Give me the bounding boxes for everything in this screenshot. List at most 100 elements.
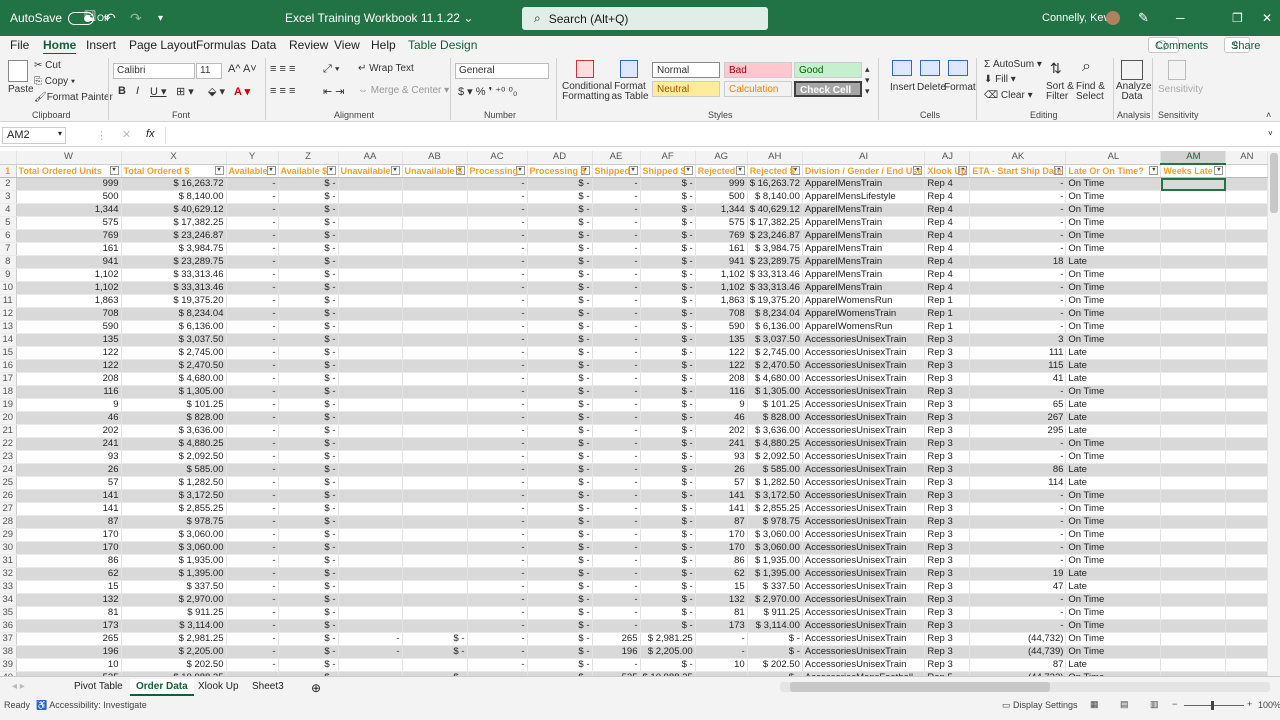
cell[interactable]: AccessoriesUnisexTrain	[802, 619, 926, 633]
row-number[interactable]: 11	[0, 294, 17, 308]
cell[interactable]: -	[969, 385, 1067, 399]
cell[interactable]: On Time	[1065, 645, 1162, 659]
cell[interactable]: $ 4,880.25	[747, 437, 803, 451]
comments-button[interactable]: 🗨 Comments	[1148, 37, 1208, 53]
format-cells-icon[interactable]	[948, 60, 968, 76]
conditional-formatting-button[interactable]: Conditional Formatting	[562, 82, 612, 102]
cell[interactable]: $ -	[640, 489, 696, 503]
cell[interactable]: $ -	[527, 489, 593, 503]
cell[interactable]: $ 1,395.00	[747, 567, 803, 581]
cell[interactable]	[402, 398, 468, 412]
sheet-tab-pivot-table[interactable]: Pivot Table	[68, 679, 129, 694]
sort-filter-button[interactable]: Sort & Filter	[1046, 82, 1076, 102]
cell[interactable]: $ -	[640, 515, 696, 529]
cell[interactable]: On Time	[1065, 619, 1162, 633]
table-header-cell[interactable]: ▾ Available $	[278, 164, 339, 178]
tab-help[interactable]: Help	[371, 38, 396, 52]
cell[interactable]: $ 101.25	[121, 398, 227, 412]
cell[interactable]	[402, 463, 468, 477]
filter-dropdown-icon[interactable]: ▾	[735, 165, 745, 175]
cell[interactable]: 161	[695, 242, 748, 256]
cell[interactable]	[1225, 476, 1269, 490]
cell[interactable]	[1160, 606, 1227, 620]
format-as-table-button[interactable]: Format as Table	[610, 82, 650, 102]
cell[interactable]: $ 1,935.00	[747, 554, 803, 568]
sheet-tab-sheet3[interactable]: Sheet3	[246, 679, 290, 694]
tab-insert[interactable]: Insert	[86, 38, 116, 52]
filter-dropdown-icon[interactable]: ▾	[326, 165, 336, 175]
cell[interactable]: $ -	[640, 528, 696, 542]
cell[interactable]: -	[467, 606, 528, 620]
page-break-view-icon[interactable]: ▥	[1150, 699, 1159, 710]
row-number[interactable]: 39	[0, 658, 17, 672]
cell[interactable]: $ 40,629.12	[121, 203, 227, 217]
styles-more-icon[interactable]: ▴ ▾ ▾	[865, 64, 870, 97]
cell[interactable]: 26	[16, 463, 122, 477]
cell[interactable]	[338, 554, 403, 568]
cell[interactable]: AccessoriesUnisexTrain	[802, 489, 926, 503]
cell[interactable]: AccessoriesUnisexTrain	[802, 606, 926, 620]
cell[interactable]	[338, 203, 403, 217]
filter-dropdown-icon[interactable]: ▾	[1149, 165, 1159, 175]
cell[interactable]: -	[226, 372, 279, 386]
cell[interactable]: $ 33,313.46	[747, 268, 803, 282]
clear-button[interactable]: ⌫ Clear ▾	[984, 90, 1033, 101]
cell[interactable]: -	[592, 437, 641, 451]
cell[interactable]: $ 8,234.04	[121, 307, 227, 321]
cell[interactable]: -	[467, 658, 528, 672]
cell[interactable]	[1160, 437, 1227, 451]
cell[interactable]: -	[467, 268, 528, 282]
cell[interactable]: $ -	[527, 229, 593, 243]
row-number[interactable]: 20	[0, 411, 17, 425]
cell[interactable]: -	[226, 489, 279, 503]
cell[interactable]: Rep 3	[924, 580, 971, 594]
cell[interactable]	[1225, 307, 1269, 321]
close-icon[interactable]: ✕	[1262, 0, 1272, 36]
cell[interactable]: -	[226, 554, 279, 568]
cell[interactable]: $ 4,880.25	[121, 437, 227, 451]
cell[interactable]: On Time	[1065, 489, 1162, 503]
cell[interactable]: -	[226, 307, 279, 321]
cell[interactable]: -	[226, 398, 279, 412]
cell[interactable]: -	[969, 528, 1067, 542]
zoom-level[interactable]: 100%	[1258, 700, 1280, 710]
tab-page-layout[interactable]: Page Layout	[129, 38, 196, 52]
cell[interactable]: -	[226, 541, 279, 555]
cell[interactable]: On Time	[1065, 281, 1162, 295]
cell[interactable]: AccessoriesUnisexTrain	[802, 450, 926, 464]
cell[interactable]: 86	[969, 463, 1067, 477]
cell[interactable]: $ -	[278, 593, 339, 607]
cell[interactable]: $ -	[278, 658, 339, 672]
cell[interactable]	[1225, 333, 1269, 347]
cell[interactable]	[1160, 554, 1227, 568]
cell[interactable]	[1225, 229, 1269, 243]
cell[interactable]	[338, 619, 403, 633]
cell[interactable]: $ -	[640, 203, 696, 217]
cell[interactable]	[402, 281, 468, 295]
cell[interactable]: 295	[969, 424, 1067, 438]
row-number[interactable]: 6	[0, 229, 17, 243]
cell[interactable]: -	[969, 619, 1067, 633]
search-input[interactable]: ⌕ Search (Alt+Q)	[522, 7, 768, 30]
cell[interactable]: -	[592, 450, 641, 464]
cell[interactable]: $ -	[640, 307, 696, 321]
cell[interactable]: AccessoriesUnisexTrain	[802, 437, 926, 451]
cell[interactable]: -	[467, 320, 528, 334]
cell[interactable]	[402, 476, 468, 490]
cell[interactable]: $ -	[640, 593, 696, 607]
cell[interactable]: 575	[16, 216, 122, 230]
cell[interactable]	[338, 294, 403, 308]
cell[interactable]	[338, 281, 403, 295]
cell[interactable]: $ -	[278, 268, 339, 282]
cell[interactable]: $ -	[527, 177, 593, 191]
cell[interactable]: 141	[16, 502, 122, 516]
cell[interactable]	[1160, 333, 1227, 347]
format-painter-button[interactable]: 🖌Format Painter	[34, 92, 113, 103]
cell[interactable]: 208	[695, 372, 748, 386]
cell[interactable]: On Time	[1065, 450, 1162, 464]
cell[interactable]: $ -	[527, 411, 593, 425]
row-number[interactable]: 1	[0, 164, 17, 178]
cell[interactable]: $ -	[278, 190, 339, 204]
cell[interactable]: Rep 3	[924, 359, 971, 373]
find-icon[interactable]: ⌕	[1082, 58, 1091, 76]
